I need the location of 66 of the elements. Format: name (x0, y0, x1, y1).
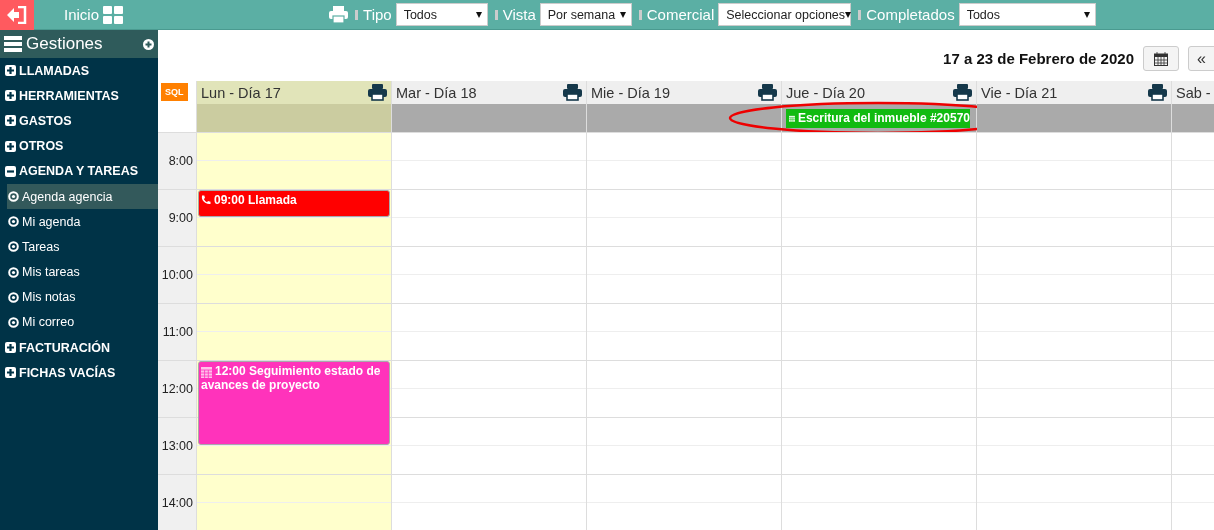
date-range-title: 17 a 23 de Febrero de 2020 (943, 50, 1134, 67)
circle-dot-icon (8, 291, 19, 303)
menu-group[interactable]: OTROS (0, 133, 158, 159)
time-label: 8:00 (158, 132, 196, 189)
print-icon[interactable] (758, 84, 777, 101)
expand-icon (5, 115, 16, 127)
filter-label: Tipo (363, 6, 392, 23)
time-label: 10:00 (158, 246, 196, 303)
menu-group[interactable]: LLAMADAS (0, 58, 158, 84)
expand-icon (5, 90, 16, 102)
sidebar-title: Gestiones (26, 34, 104, 54)
menu-item[interactable]: Mi agenda (7, 209, 158, 235)
collapse-icon (5, 165, 16, 177)
exit-button[interactable] (0, 0, 34, 30)
time-label: 9:00 (158, 189, 196, 246)
print-icon[interactable] (1148, 84, 1167, 101)
grid-icon (103, 5, 124, 24)
day-header[interactable]: Lun - Día 17 (197, 81, 391, 104)
previous-button[interactable]: « (1188, 46, 1214, 71)
print-icon[interactable] (563, 84, 582, 101)
calendar-button[interactable] (1143, 46, 1179, 71)
menu-item[interactable]: Mis notas (7, 284, 158, 310)
day-header[interactable]: Mar - Día 18 (392, 81, 586, 104)
menu-item[interactable]: Mi correo (7, 309, 158, 336)
expand-icon (5, 342, 16, 354)
calendar-icon (201, 366, 212, 378)
filter-select[interactable]: Todos (395, 3, 488, 26)
menu-item[interactable]: Agenda agencia (7, 183, 158, 210)
filter-label: Completados (866, 6, 955, 23)
filter-select[interactable]: Por semana (539, 3, 632, 26)
menu-group[interactable]: HERRAMIENTAS (0, 83, 158, 109)
expand-icon (5, 367, 16, 379)
exit-icon (7, 5, 27, 24)
calendar-icon (1154, 51, 1168, 66)
menu-group[interactable]: AGENDA Y TAREAS (0, 158, 158, 184)
circle-dot-icon (8, 216, 19, 228)
all-day-row (1172, 104, 1214, 132)
time-label: 13:00 (158, 417, 196, 474)
time-label: 11:00 (158, 303, 196, 360)
day-header[interactable]: Sab - (1172, 81, 1214, 104)
circle-dot-icon (8, 316, 19, 328)
expand-icon (5, 65, 16, 77)
call-event[interactable]: 09:00 Llamada (198, 190, 390, 217)
print-icon[interactable] (368, 84, 387, 101)
circle-dot-icon (8, 266, 19, 278)
menu-item[interactable]: Tareas (7, 234, 158, 260)
day-header[interactable]: Jue - Día 20 (782, 81, 976, 104)
circle-dot-icon (8, 191, 19, 203)
time-label: 12:00 (158, 360, 196, 417)
day-header[interactable]: Vie - Día 21 (977, 81, 1171, 104)
phone-icon (201, 195, 211, 205)
server-icon (4, 36, 22, 52)
filter-select[interactable]: Todos (958, 3, 1096, 26)
menu-group[interactable]: FICHAS VACÍAS (0, 360, 158, 386)
filter-label: Comercial (646, 6, 715, 23)
expand-icon (5, 140, 16, 152)
filter-select[interactable]: Seleccionar opciones (718, 3, 852, 26)
menu-item[interactable]: Mis tareas (7, 259, 158, 285)
filter-label: Vista (502, 6, 536, 23)
time-label: 14:00 (158, 474, 196, 530)
day-header[interactable]: Mie - Día 19 (587, 81, 781, 104)
add-icon[interactable] (143, 38, 154, 50)
menu-group[interactable]: GASTOS (0, 108, 158, 134)
print-icon[interactable] (953, 84, 972, 101)
circle-dot-icon (8, 241, 19, 253)
menu-group[interactable]: FACTURACIÓN (0, 335, 158, 361)
